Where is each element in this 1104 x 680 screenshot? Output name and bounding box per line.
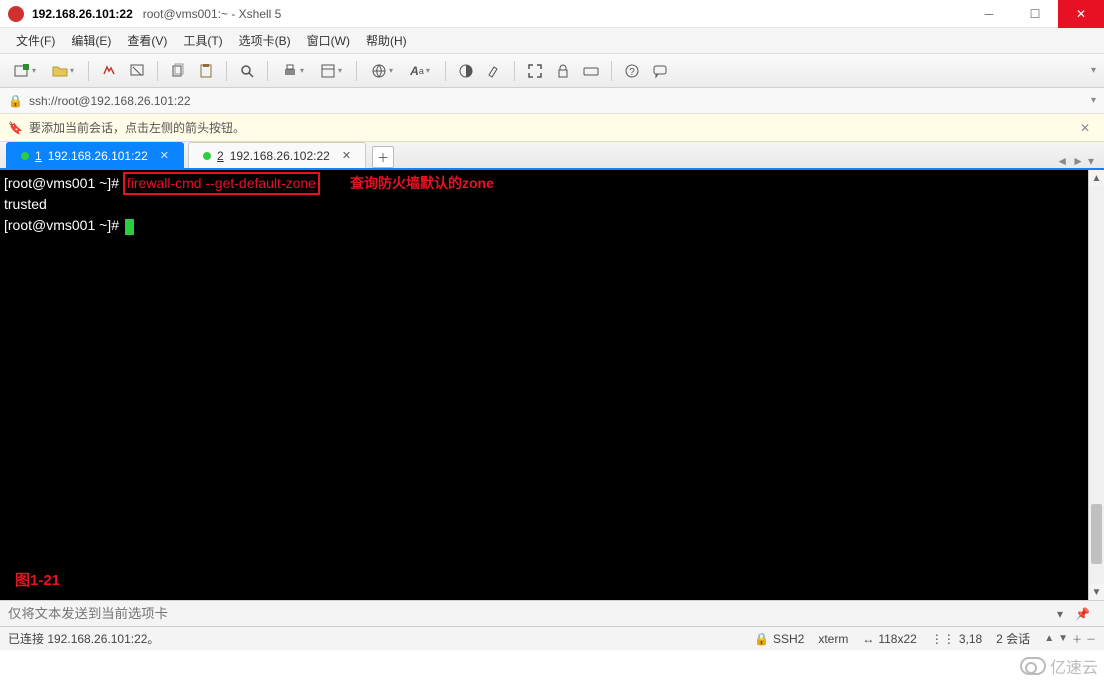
status-protocol: 🔒SSH2 [754, 632, 804, 646]
menu-tabs[interactable]: 选项卡(B) [231, 32, 299, 49]
new-tab-button[interactable]: ＋ [372, 146, 394, 168]
menu-help[interactable]: 帮助(H) [358, 32, 415, 49]
menu-edit[interactable]: 编辑(E) [63, 32, 119, 49]
hint-bar: 🔖 要添加当前会话，点击左侧的箭头按钮。 ✕ [0, 114, 1104, 142]
new-session-button[interactable]: ▾ [8, 59, 42, 83]
print-button[interactable]: ▾ [276, 59, 310, 83]
close-button[interactable]: ✕ [1058, 0, 1104, 28]
menu-tools[interactable]: 工具(T) [175, 32, 230, 49]
feedback-button[interactable] [648, 59, 672, 83]
session-next-icon[interactable]: ▼ [1058, 633, 1068, 644]
menu-window[interactable]: 窗口(W) [299, 32, 358, 49]
address-dropdown-icon[interactable]: ▾ [1091, 95, 1096, 106]
lock-button[interactable] [551, 59, 575, 83]
color-scheme-button[interactable] [454, 59, 478, 83]
hint-close-button[interactable]: ✕ [1074, 121, 1096, 135]
hint-text: 要添加当前会话，点击左侧的箭头按钮。 [29, 119, 245, 136]
status-dot-icon [203, 152, 211, 160]
keyboard-button[interactable] [579, 59, 603, 83]
tab-label: 192.168.26.102:22 [230, 149, 330, 163]
toolbar: ▾ ▾ ▾ ▾ ▾ Aa▾ ? ▾ [0, 54, 1104, 88]
tab-close-icon[interactable]: ✕ [160, 149, 169, 162]
titlebar: 192.168.26.101:22 root@vms001:~ - Xshell… [0, 0, 1104, 28]
bookmark-icon[interactable]: 🔖 [8, 121, 23, 135]
pin-icon[interactable]: 📌 [1069, 607, 1096, 621]
terminal-area: [root@vms001 ~]# firewall-cmd --get-defa… [0, 170, 1104, 600]
command-output: trusted [4, 196, 47, 212]
vertical-scrollbar[interactable]: ▲ ▼ [1088, 170, 1104, 600]
toolbar-overflow-icon[interactable]: ▾ [1091, 65, 1096, 76]
tab-label: 192.168.26.101:22 [48, 149, 148, 163]
session-tab-1[interactable]: 1 192.168.26.101:22 ✕ [6, 142, 184, 168]
tab-nav: ◄ ► ▾ [1056, 154, 1098, 168]
tab-number: 1 [35, 149, 42, 163]
annotation: 查询防火墙默认的zone [350, 175, 494, 191]
status-dot-icon [21, 152, 29, 160]
highlight-button[interactable] [482, 59, 506, 83]
watermark: 亿速云 [1020, 654, 1098, 678]
status-termtype: xterm [818, 632, 848, 646]
tab-prev-icon[interactable]: ◄ [1056, 154, 1068, 168]
scroll-track[interactable] [1089, 186, 1104, 584]
tab-number: 2 [217, 149, 224, 163]
watermark-text: 亿速云 [1050, 654, 1098, 678]
session-remove-icon[interactable]: － [1086, 631, 1096, 646]
lock-icon: 🔒 [8, 94, 23, 108]
scroll-down-icon[interactable]: ▼ [1089, 584, 1104, 600]
status-size: ↔118x22 [862, 632, 916, 646]
svg-text:?: ? [629, 67, 635, 78]
cursor [125, 219, 134, 235]
menu-view[interactable]: 查看(V) [119, 32, 175, 49]
tab-close-icon[interactable]: ✕ [342, 149, 351, 162]
fullscreen-button[interactable] [523, 59, 547, 83]
minimize-button[interactable]: ─ [966, 0, 1012, 28]
title-suffix: root@vms001:~ - Xshell 5 [143, 7, 282, 21]
session-add-icon[interactable]: ＋ [1072, 631, 1082, 646]
search-button[interactable] [235, 59, 259, 83]
copy-button[interactable] [166, 59, 190, 83]
figure-label: 图1-21 [15, 571, 60, 590]
terminal[interactable]: [root@vms001 ~]# firewall-cmd --get-defa… [0, 170, 1088, 600]
language-button[interactable]: ▾ [365, 59, 399, 83]
font-button[interactable]: Aa▾ [403, 59, 437, 83]
status-sessions: 2 会话 [996, 630, 1030, 647]
status-cursor-pos: ⋮⋮3,18 [931, 632, 982, 646]
menu-file[interactable]: 文件(F) [8, 32, 63, 49]
paste-button[interactable] [194, 59, 218, 83]
tab-strip: 1 192.168.26.101:22 ✕ 2 192.168.26.102:2… [0, 142, 1104, 170]
maximize-button[interactable]: ☐ [1012, 0, 1058, 28]
send-input[interactable] [8, 606, 1051, 621]
disconnect-button[interactable] [125, 59, 149, 83]
send-mode-dropdown[interactable]: ▾ [1051, 607, 1069, 621]
status-bar: 已连接 192.168.26.101:22。 🔒SSH2 xterm ↔118x… [0, 626, 1104, 650]
properties-button[interactable]: ▾ [314, 59, 348, 83]
command-highlight: firewall-cmd --get-default-zone [123, 172, 320, 195]
address-bar: 🔒 ssh://root@192.168.26.101:22 ▾ [0, 88, 1104, 114]
status-nav: ▲ ▼ ＋ － [1044, 631, 1096, 646]
session-prev-icon[interactable]: ▲ [1044, 633, 1054, 644]
title-host: 192.168.26.101:22 [32, 7, 133, 21]
reconnect-button[interactable] [97, 59, 121, 83]
scroll-up-icon[interactable]: ▲ [1089, 170, 1104, 186]
scroll-thumb[interactable] [1091, 504, 1102, 564]
prompt: [root@vms001 ~]# [4, 175, 123, 191]
status-connection: 已连接 192.168.26.101:22。 [8, 630, 740, 647]
lock-icon: 🔒 [754, 632, 769, 646]
prompt: [root@vms001 ~]# [4, 217, 123, 233]
address-text[interactable]: ssh://root@192.168.26.101:22 [29, 94, 191, 108]
send-bar: ▾ 📌 [0, 600, 1104, 626]
tab-list-icon[interactable]: ▾ [1088, 154, 1094, 168]
session-tab-2[interactable]: 2 192.168.26.102:22 ✕ [188, 142, 366, 168]
app-icon [8, 6, 24, 22]
cloud-icon [1020, 657, 1046, 675]
open-button[interactable]: ▾ [46, 59, 80, 83]
menubar: 文件(F) 编辑(E) 查看(V) 工具(T) 选项卡(B) 窗口(W) 帮助(… [0, 28, 1104, 54]
help-button[interactable]: ? [620, 59, 644, 83]
tab-next-icon[interactable]: ► [1072, 154, 1084, 168]
